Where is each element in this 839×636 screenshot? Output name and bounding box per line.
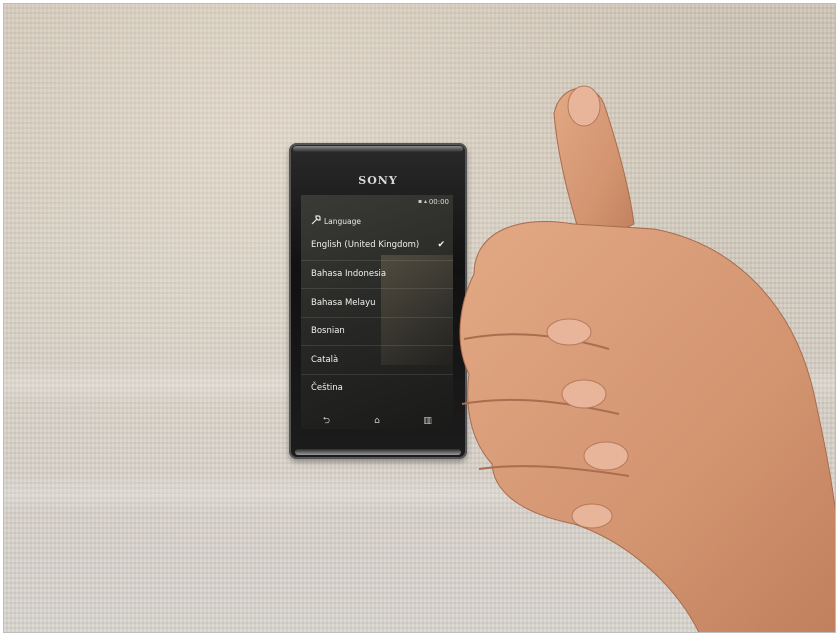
- language-list: English (United Kingdom) ✔ Bahasa Indone…: [301, 231, 453, 402]
- language-item[interactable]: Català: [301, 345, 453, 374]
- language-label: English (United Kingdom): [311, 240, 420, 251]
- language-label: Català: [311, 354, 339, 365]
- home-icon[interactable]: ⌂: [367, 416, 387, 426]
- action-bar: Language: [301, 211, 453, 231]
- status-bar: ▪ ▴ 00:00: [301, 195, 453, 209]
- language-label: Čeština: [311, 383, 343, 394]
- nav-bar: ⮌ ⌂ ▥: [301, 411, 453, 431]
- thumbs-up-hand: [459, 85, 835, 632]
- language-item[interactable]: Bahasa Indonesia: [301, 259, 453, 289]
- status-icons: ▪ ▴: [418, 198, 427, 205]
- language-label: Bosnian: [311, 326, 345, 337]
- language-item[interactable]: Bahasa Melayu: [301, 288, 453, 317]
- language-item[interactable]: Čeština: [301, 373, 453, 403]
- screen-title: Language: [324, 216, 362, 226]
- language-label: Bahasa Melayu: [311, 297, 376, 308]
- language-label: Bahasa Indonesia: [311, 269, 387, 280]
- phone-screen: ▪ ▴ 00:00 Language English (United Kingd…: [301, 195, 453, 429]
- language-item[interactable]: English (United Kingdom) ✔: [301, 231, 453, 260]
- back-icon[interactable]: ⮌: [316, 413, 336, 429]
- settings-wrench-icon[interactable]: [311, 214, 321, 228]
- photo: SONY ▪ ▴ 00:00 Language English (United …: [3, 3, 836, 633]
- language-item[interactable]: Bosnian: [301, 316, 453, 346]
